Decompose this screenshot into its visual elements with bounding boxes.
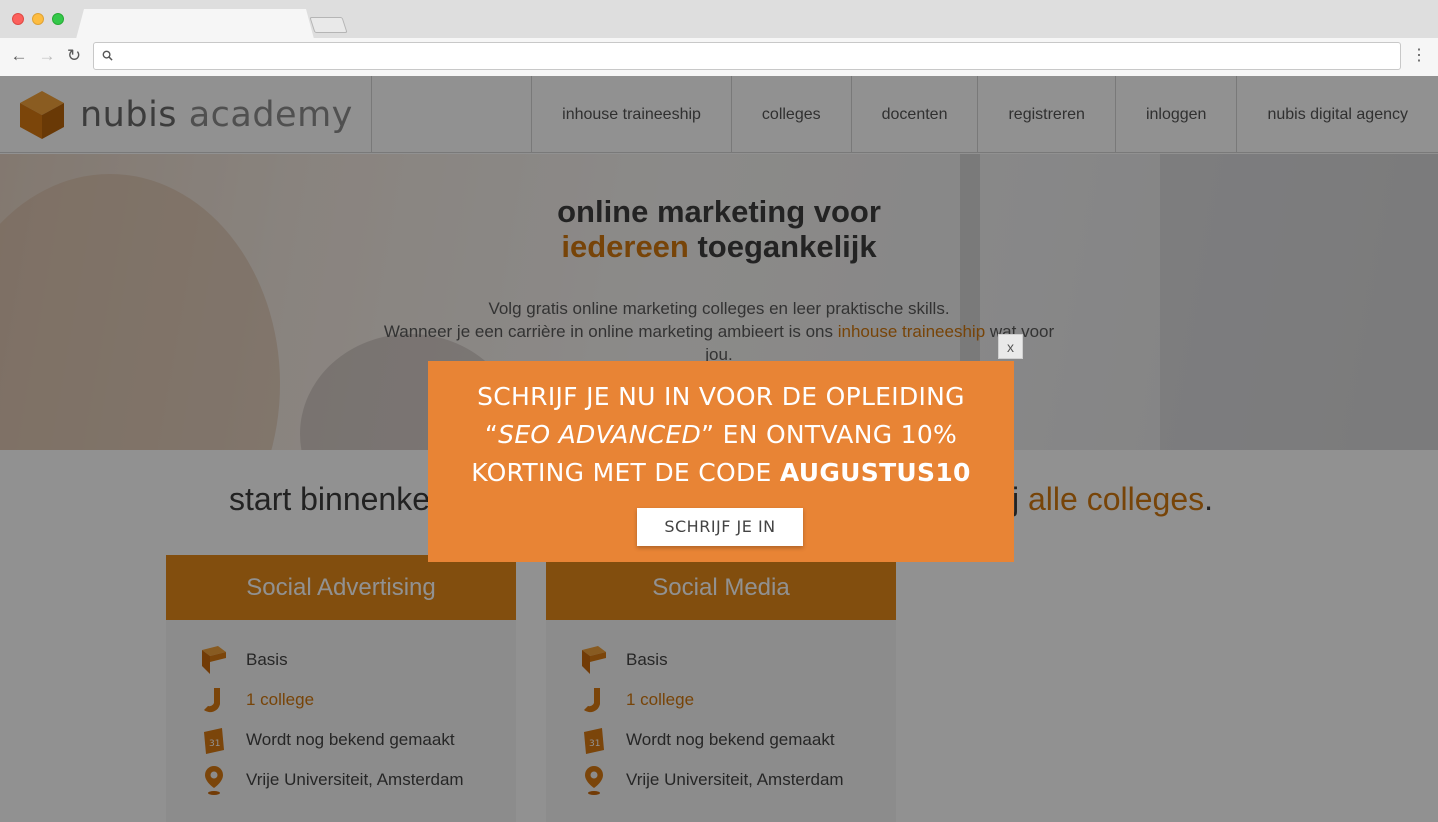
modal-close-button[interactable]: x (998, 334, 1023, 359)
promo-line2-rest: ” EN ONTVANG 10% (701, 420, 958, 449)
forward-arrow-icon[interactable]: → (37, 46, 57, 66)
reload-icon[interactable]: ↻ (64, 46, 84, 66)
page-viewport: nubis academy inhouse traineeship colleg… (0, 76, 1438, 822)
search-icon (102, 50, 113, 61)
signup-button[interactable]: SCHRIJF JE IN (637, 508, 803, 546)
browser-toolbar: ← → ↻ ⋮ (0, 38, 1438, 76)
promo-quote-open: “ (484, 420, 499, 449)
minimize-window-button[interactable] (32, 13, 44, 25)
browser-tab-active[interactable] (76, 9, 314, 39)
maximize-window-button[interactable] (52, 13, 64, 25)
back-arrow-icon[interactable]: ← (9, 46, 29, 66)
new-tab-button[interactable] (309, 17, 348, 33)
address-bar[interactable] (93, 42, 1401, 70)
close-window-button[interactable] (12, 13, 24, 25)
window-controls (12, 13, 64, 25)
promo-message: SCHRIJF JE NU IN VOOR DE OPLEIDING “SEO … (428, 378, 1014, 492)
promo-modal: SCHRIJF JE NU IN VOOR DE OPLEIDING “SEO … (428, 361, 1014, 562)
promo-code: AUGUSTUS10 (779, 458, 971, 487)
promo-course-name: SEO ADVANCED (498, 420, 702, 449)
browser-menu-icon[interactable]: ⋮ (1411, 46, 1427, 66)
browser-chrome: ← → ↻ ⋮ (0, 0, 1438, 76)
promo-line1: SCHRIJF JE NU IN VOOR DE OPLEIDING (477, 382, 965, 411)
promo-line3: KORTING MET DE CODE (471, 458, 780, 487)
